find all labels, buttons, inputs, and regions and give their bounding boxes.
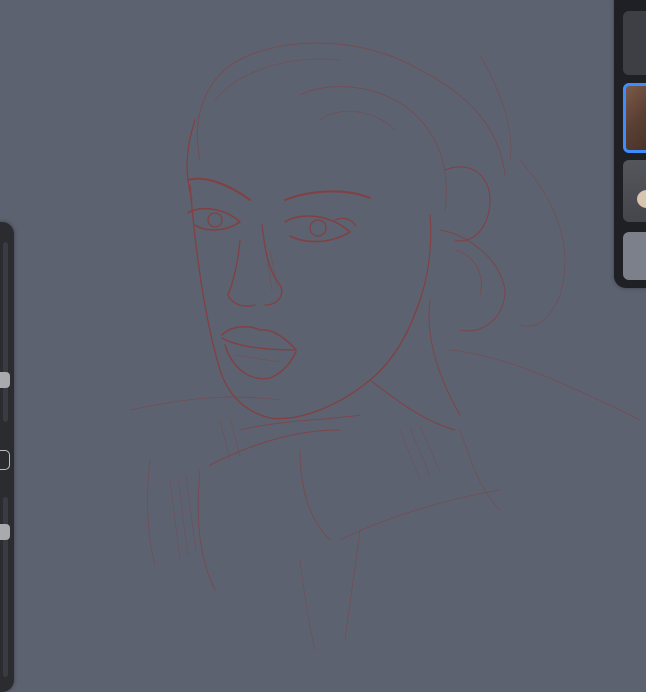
undo-button[interactable] (0, 450, 10, 470)
layer-thumbnail-empty[interactable] (623, 11, 646, 75)
portrait-sketch (129, 42, 641, 651)
layer-thumbnail-selected[interactable] (623, 83, 646, 153)
opacity-slider-thumb[interactable] (0, 524, 10, 540)
brush-size-slider-thumb[interactable] (0, 372, 10, 388)
layer-panel (614, 0, 646, 288)
brush-size-slider[interactable] (3, 242, 8, 422)
layer-thumbnail-background[interactable] (623, 232, 646, 280)
brush-sidebar (0, 222, 14, 692)
figure-thumbnail-icon (637, 190, 646, 208)
layer-thumbnail-figure[interactable] (623, 160, 646, 222)
drawing-canvas[interactable] (0, 0, 646, 680)
